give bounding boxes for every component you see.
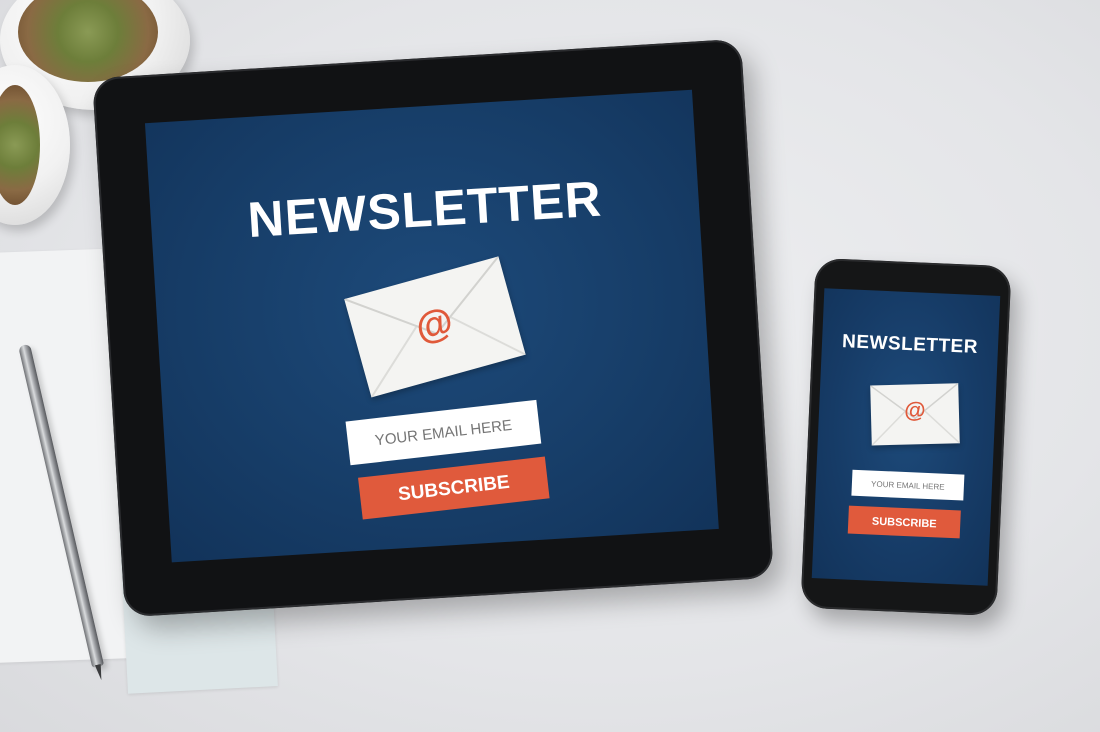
tablet-device: NEWSLETTER @ SUBSCRIBE — [92, 38, 774, 618]
cactus-plant — [18, 0, 158, 82]
phone-screen: NEWSLETTER @ SUBSCRIBE — [811, 288, 1001, 586]
cactus-plant — [0, 85, 40, 205]
phone-device: NEWSLETTER @ SUBSCRIBE — [800, 257, 1012, 617]
envelope-at-icon: @ — [870, 383, 960, 446]
subscribe-button[interactable]: SUBSCRIBE — [358, 456, 550, 520]
email-input[interactable] — [345, 399, 542, 466]
at-sign-icon: @ — [903, 397, 926, 423]
envelope-at-icon: @ — [344, 256, 526, 398]
subscribe-button[interactable]: SUBSCRIBE — [847, 505, 961, 539]
newsletter-title: NEWSLETTER — [841, 331, 979, 359]
tablet-screen: NEWSLETTER @ SUBSCRIBE — [144, 89, 719, 563]
newsletter-title: NEWSLETTER — [246, 170, 604, 249]
email-input[interactable] — [851, 469, 965, 501]
